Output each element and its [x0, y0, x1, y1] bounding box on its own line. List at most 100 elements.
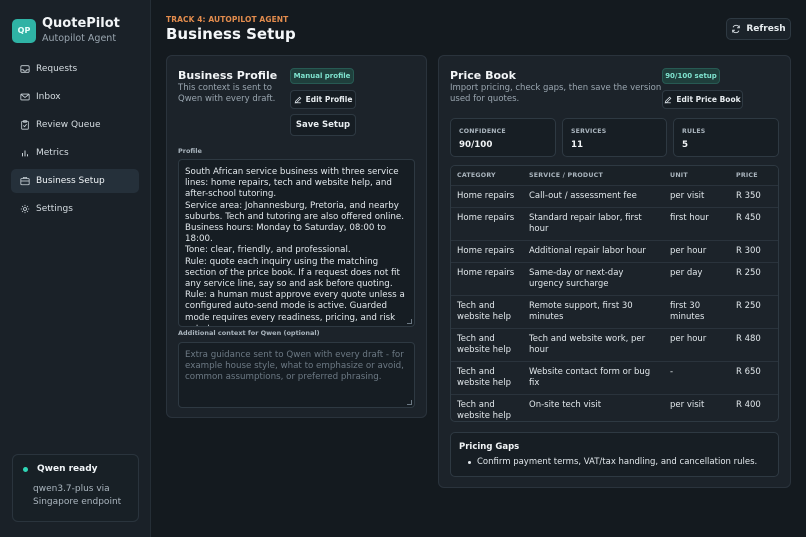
- price-table: CATEGORY SERVICE / PRODUCT UNIT PRICE Ho…: [450, 165, 779, 422]
- stat-value: 11: [571, 140, 584, 150]
- column-header-service: SERVICE / PRODUCT: [523, 166, 664, 186]
- stat-services: SERVICES 11: [562, 118, 667, 157]
- pricebook-title: Price Book: [450, 69, 516, 82]
- app-subtitle: Autopilot Agent: [42, 33, 117, 44]
- stat-value: 5: [682, 140, 689, 150]
- resize-handle-icon[interactable]: [407, 400, 412, 405]
- additional-context-label: Additional context for Qwen (optional): [178, 329, 320, 337]
- cell-price: R 400: [736, 399, 761, 410]
- column-header-category: CATEGORY: [451, 166, 523, 186]
- clipboard-check-icon: [21, 120, 29, 130]
- sidebar-item-settings[interactable]: Settings: [11, 197, 139, 221]
- table-row: Tech and website help Remote support, fi…: [451, 295, 778, 329]
- cell-unit: first 30 minutes: [664, 295, 730, 329]
- cell-price: R 350: [730, 185, 778, 208]
- pricing-gap-text: Confirm payment terms, VAT/tax handling,…: [477, 457, 758, 467]
- table-header-row: CATEGORY SERVICE / PRODUCT UNIT PRICE: [451, 166, 778, 186]
- table-row: Tech and website help On-site tech visit…: [451, 394, 778, 421]
- status-model: qwen3.7-plus via: [33, 484, 110, 494]
- table-row: Tech and website help Tech and website w…: [451, 328, 778, 362]
- profile-textarea[interactable]: South African service business with thre…: [178, 159, 415, 327]
- sidebar-item-label: Review Queue: [36, 120, 101, 130]
- pricebook-desc-line: used for quotes.: [450, 94, 520, 104]
- cell-category: Home repairs: [451, 240, 523, 263]
- column-header-price: PRICE: [730, 166, 778, 186]
- cell-category: Tech and website help: [451, 295, 523, 329]
- page-eyebrow: TRACK 4: AUTOPILOT AGENT: [166, 15, 289, 24]
- edit-price-book-label: Edit Price Book: [676, 95, 741, 104]
- cell-price: R 300: [730, 240, 778, 263]
- cell-category: Home repairs: [451, 185, 523, 208]
- cell-unit: per visit: [670, 399, 705, 410]
- sidebar-item-review-queue[interactable]: Review Queue: [11, 113, 139, 137]
- model-status-card: Qwen ready qwen3.7-plus via Singapore en…: [12, 454, 139, 522]
- cell-category: Home repairs: [451, 262, 523, 296]
- cell-service: Same-day or next-day urgency surcharge: [523, 262, 664, 296]
- refresh-label: Refresh: [746, 24, 786, 34]
- sidebar-item-label: Inbox: [36, 92, 61, 102]
- sidebar-item-metrics[interactable]: Metrics: [11, 141, 139, 165]
- save-setup-button[interactable]: Save Setup: [290, 114, 356, 136]
- cell-price: R 450: [730, 207, 778, 241]
- sidebar-item-label: Settings: [36, 204, 73, 214]
- cell-unit: per hour: [664, 240, 730, 263]
- sidebar-item-label: Business Setup: [36, 176, 105, 186]
- edit-price-book-button[interactable]: Edit Price Book: [662, 90, 743, 109]
- setup-score-badge: 90/100 setup: [662, 68, 720, 84]
- cell-service: Additional repair labor hour: [523, 240, 664, 263]
- profile-field-label: Profile: [178, 147, 202, 155]
- table-row: Tech and website help Website contact fo…: [451, 361, 778, 395]
- cell-service: Standard repair labor, first hour: [523, 207, 664, 241]
- cell-category: Tech and website help: [457, 399, 512, 421]
- profile-description: This context is sent to Qwen with every …: [178, 83, 275, 105]
- cell-price: R 250: [730, 262, 778, 296]
- sidebar-item-inbox[interactable]: Inbox: [11, 85, 139, 109]
- pricing-gaps-card: Pricing Gaps Confirm payment terms, VAT/…: [450, 432, 779, 477]
- status-endpoint: Singapore endpoint: [33, 497, 122, 507]
- app-title: QuotePilot: [42, 16, 120, 31]
- cell-unit: first hour: [664, 207, 730, 241]
- additional-context-placeholder: Extra guidance sent to Qwen with every d…: [185, 350, 404, 383]
- refresh-button[interactable]: Refresh: [726, 18, 791, 40]
- pricebook-desc-line: Import pricing, check gaps, then save th…: [450, 83, 662, 93]
- cell-unit: per visit: [664, 185, 730, 208]
- cell-price: R 480: [730, 328, 778, 362]
- sidebar: QP QuotePilot Autopilot Agent Requests I…: [0, 0, 151, 537]
- bullet-icon: [468, 460, 471, 464]
- price-book-panel: Price Book Import pricing, check gaps, t…: [438, 55, 791, 488]
- profile-desc-line: This context is sent to: [178, 83, 272, 93]
- sidebar-item-business-setup[interactable]: Business Setup: [11, 169, 139, 193]
- refresh-icon: [732, 24, 741, 34]
- business-profile-panel: Business Profile This context is sent to…: [166, 55, 427, 418]
- stat-confidence: CONFIDENCE 90/100: [450, 118, 556, 157]
- cell-category: Home repairs: [451, 207, 523, 241]
- gear-icon: [20, 204, 30, 214]
- cell-price: R 650: [730, 361, 778, 395]
- cell-service: On-site tech visit: [529, 399, 602, 410]
- cell-service: Website contact form or bug fix: [523, 361, 664, 395]
- page-title: Business Setup: [166, 25, 296, 43]
- cell-service: Tech and website work, per hour: [523, 328, 664, 362]
- building-icon: [20, 177, 30, 186]
- table-row: Home repairs Call-out / assessment fee p…: [451, 185, 778, 208]
- column-header-unit: UNIT: [664, 166, 730, 186]
- profile-desc-line: Qwen with every draft.: [178, 94, 276, 104]
- app-logo: QP: [12, 18, 36, 43]
- edit-profile-button[interactable]: Edit Profile: [290, 90, 356, 109]
- pricing-gaps-title: Pricing Gaps: [459, 442, 520, 452]
- cell-category: Tech and website help: [451, 328, 523, 362]
- cell-unit: per hour: [664, 328, 730, 362]
- sidebar-item-requests[interactable]: Requests: [11, 57, 139, 81]
- status-indicator: [23, 466, 28, 472]
- table-row: Home repairs Same-day or next-day urgenc…: [451, 262, 778, 296]
- additional-context-textarea[interactable]: Extra guidance sent to Qwen with every d…: [178, 342, 415, 408]
- stat-rules: RULES 5: [673, 118, 779, 157]
- resize-handle-icon[interactable]: [407, 319, 412, 324]
- status-title: Qwen ready: [37, 464, 98, 474]
- inbox-tray-icon: [20, 65, 30, 73]
- pencil-icon: [665, 96, 672, 103]
- brand: QP QuotePilot Autopilot Agent: [12, 16, 120, 45]
- pricing-gaps-item: Confirm payment terms, VAT/tax handling,…: [459, 457, 770, 467]
- bar-chart-icon: [22, 150, 28, 157]
- stat-label: CONFIDENCE: [459, 128, 506, 135]
